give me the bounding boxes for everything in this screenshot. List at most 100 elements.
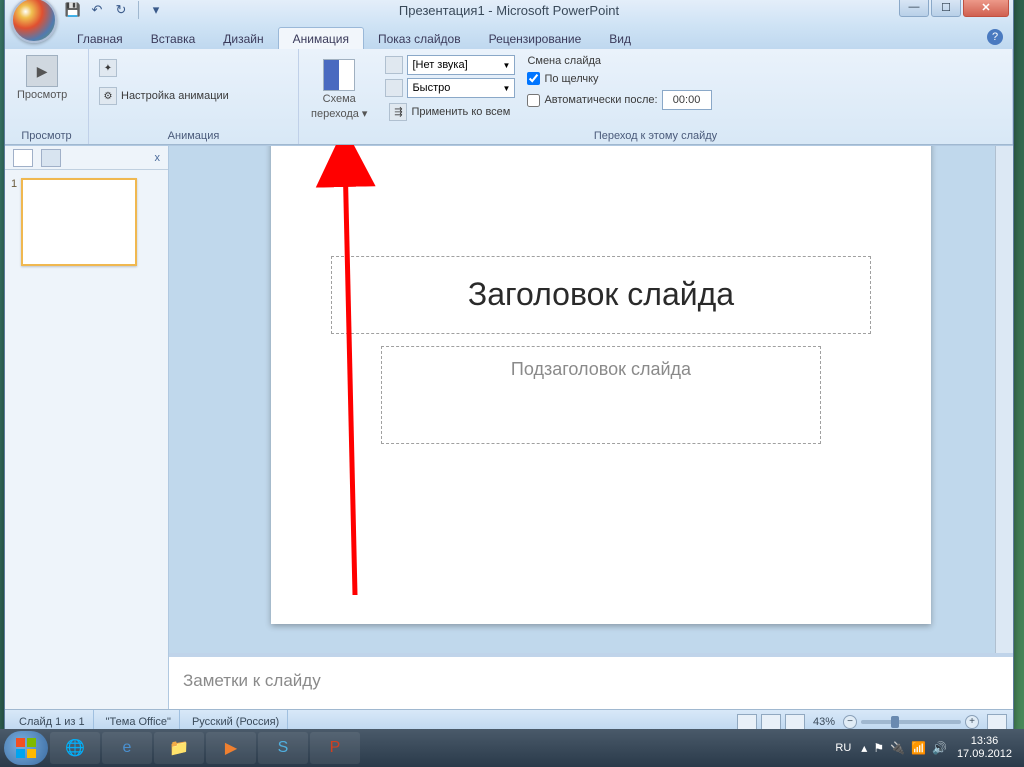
tray-language[interactable]: RU: [835, 742, 851, 754]
system-tray: RU ▴ ⚑ 🔌 📶 🔊 13:36 17.09.2012: [835, 735, 1020, 761]
tab-insert[interactable]: Вставка: [137, 28, 210, 49]
notes-placeholder: Заметки к слайду: [183, 671, 321, 690]
animate-dropdown[interactable]: ✦: [95, 57, 121, 79]
transition-scheme-icon: [323, 59, 355, 91]
save-icon[interactable]: 💾: [63, 0, 83, 20]
auto-after-time[interactable]: 00:00: [662, 90, 712, 110]
maximize-button[interactable]: ☐: [931, 0, 961, 17]
tray-network-icon[interactable]: 📶: [911, 741, 926, 755]
transition-options-column: [Нет звука] ▼ Быстро▼ ⇶ Применить ко всем: [385, 55, 515, 123]
tab-view[interactable]: Вид: [595, 28, 645, 49]
zoom-percent[interactable]: 43%: [813, 716, 835, 728]
taskbar-explorer[interactable]: 📁: [154, 732, 204, 764]
panel-close-button[interactable]: x: [155, 152, 161, 164]
custom-animation-label: Настройка анимации: [121, 90, 229, 102]
apply-all-label: Применить ко всем: [411, 106, 510, 118]
powerpoint-window: 💾 ↶ ↻ ▾ Презентация1 - Microsoft PowerPo…: [4, 0, 1014, 734]
advance-title: Смена слайда: [527, 55, 711, 68]
panel-tab-slides[interactable]: [13, 149, 33, 167]
tab-review[interactable]: Рецензирование: [475, 28, 596, 49]
windows-logo-icon: [14, 736, 38, 760]
transition-scheme-label2: перехода ▾: [311, 107, 367, 120]
windows-taskbar: 🌐 e 📁 ▶ S P RU ▴ ⚑ 🔌 📶 🔊 13:36 17.09.201…: [0, 729, 1024, 767]
help-icon[interactable]: ?: [987, 29, 1003, 45]
tab-animation[interactable]: Анимация: [278, 27, 364, 49]
ribbon-group-transition: Схема перехода ▾ [Нет звука] ▼: [299, 49, 1013, 144]
tray-flag-icon[interactable]: ⚑: [873, 741, 884, 755]
on-click-label: По щелчку: [544, 73, 598, 85]
undo-icon[interactable]: ↶: [87, 0, 107, 20]
qat-separator: [138, 1, 139, 19]
apply-all-icon: ⇶: [389, 103, 407, 121]
panel-tabs: x: [5, 146, 168, 170]
ribbon-group-animation: ✦ ⚙ Настройка анимации Анимация: [89, 49, 299, 144]
qat-customize-icon[interactable]: ▾: [146, 0, 166, 20]
panel-tab-outline[interactable]: [41, 149, 61, 167]
minimize-button[interactable]: —: [899, 0, 929, 17]
thumbnail-number: 1: [11, 178, 17, 266]
window-title: Презентация1 - Microsoft PowerPoint: [399, 3, 619, 18]
sorter-view-button[interactable]: [761, 714, 781, 730]
vertical-scrollbar[interactable]: [995, 146, 1013, 653]
taskbar-media[interactable]: ▶: [206, 732, 256, 764]
title-text: Заголовок слайда: [468, 276, 734, 313]
slide[interactable]: Заголовок слайда Подзаголовок слайда: [271, 146, 931, 624]
tray-date: 17.09.2012: [957, 748, 1012, 761]
zoom-thumb[interactable]: [891, 716, 899, 728]
group-label-preview: Просмотр: [11, 128, 82, 142]
status-right: 43% − +: [737, 714, 1007, 730]
slide-canvas-area[interactable]: Заголовок слайда Подзаголовок слайда: [169, 146, 1013, 653]
chevron-down-icon: ▼: [503, 61, 511, 70]
on-click-checkbox[interactable]: По щелчку: [527, 71, 711, 86]
taskbar-ie[interactable]: e: [102, 732, 152, 764]
tab-slideshow[interactable]: Показ слайдов: [364, 28, 475, 49]
tray-volume-icon[interactable]: 🔊: [932, 741, 947, 755]
tray-arrow-icon[interactable]: ▴: [861, 741, 867, 755]
auto-after-input[interactable]: [527, 94, 540, 107]
group-label-animation: Анимация: [95, 128, 292, 142]
preview-label: Просмотр: [17, 89, 67, 101]
slide-thumbnail-1[interactable]: [21, 178, 137, 266]
apply-to-all-button[interactable]: ⇶ Применить ко всем: [385, 101, 515, 123]
preview-button[interactable]: ▶ Просмотр: [11, 51, 73, 105]
subtitle-placeholder[interactable]: Подзаголовок слайда: [381, 346, 821, 444]
title-bar: 💾 ↶ ↻ ▾ Презентация1 - Microsoft PowerPo…: [5, 0, 1013, 25]
ribbon-group-preview: ▶ Просмотр Просмотр: [5, 49, 89, 144]
taskbar-chrome[interactable]: 🌐: [50, 732, 100, 764]
speed-icon: [385, 79, 403, 97]
fit-button[interactable]: [987, 714, 1007, 730]
redo-icon[interactable]: ↻: [111, 0, 131, 20]
tray-clock[interactable]: 13:36 17.09.2012: [957, 735, 1012, 761]
sound-value: [Нет звука]: [412, 59, 467, 71]
taskbar-powerpoint[interactable]: P: [310, 732, 360, 764]
custom-animation-icon: ⚙: [99, 87, 117, 105]
editor-area: Заголовок слайда Подзаголовок слайда Зам…: [169, 146, 1013, 709]
custom-animation-button[interactable]: ⚙ Настройка анимации: [95, 85, 233, 107]
preview-icon: ▶: [26, 55, 58, 87]
transition-scheme-button[interactable]: Схема перехода ▾: [305, 55, 373, 124]
tray-power-icon[interactable]: 🔌: [890, 741, 905, 755]
zoom-slider[interactable]: [861, 720, 961, 724]
tab-home[interactable]: Главная: [63, 28, 137, 49]
slides-panel: x 1: [5, 146, 169, 709]
auto-after-checkbox[interactable]: Автоматически после: 00:00: [527, 89, 711, 111]
transition-scheme-label1: Схема: [323, 93, 356, 105]
notes-pane[interactable]: Заметки к слайду: [169, 653, 1013, 709]
transition-sound-dropdown[interactable]: [Нет звука] ▼: [407, 55, 515, 75]
auto-after-label: Автоматически после:: [544, 94, 657, 106]
speed-value: Быстро: [412, 82, 450, 94]
normal-view-button[interactable]: [737, 714, 757, 730]
advance-slide-column: Смена слайда По щелчку Автоматически пос…: [527, 55, 711, 111]
zoom-out-button[interactable]: −: [843, 715, 857, 729]
close-button[interactable]: ✕: [963, 0, 1009, 17]
taskbar-skype[interactable]: S: [258, 732, 308, 764]
workspace: x 1 Заголовок слайда Подзаголовок слайда: [5, 145, 1013, 709]
window-controls: — ☐ ✕: [899, 0, 1009, 17]
zoom-in-button[interactable]: +: [965, 715, 979, 729]
tab-design[interactable]: Дизайн: [209, 28, 277, 49]
start-button[interactable]: [4, 731, 48, 765]
slideshow-view-button[interactable]: [785, 714, 805, 730]
on-click-input[interactable]: [527, 72, 540, 85]
title-placeholder[interactable]: Заголовок слайда: [331, 256, 871, 334]
transition-speed-dropdown[interactable]: Быстро▼: [407, 78, 515, 98]
